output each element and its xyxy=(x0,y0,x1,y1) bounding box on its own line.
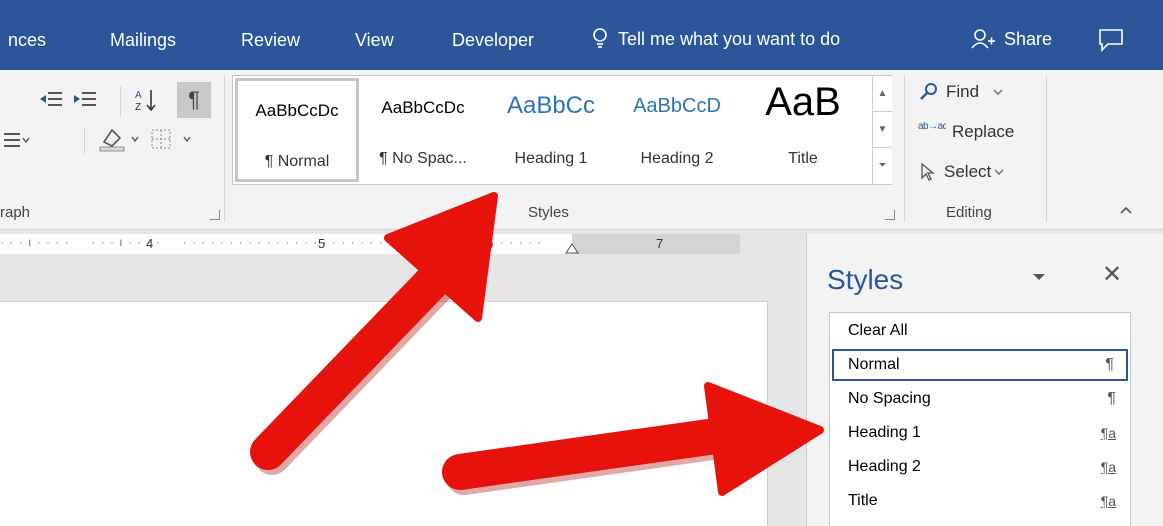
cursor-icon xyxy=(921,162,935,181)
style-gallery: AaBbCcDc ¶ Normal AaBbCcDc ¶ No Spac... … xyxy=(232,75,892,185)
styles-dialog-launcher[interactable] xyxy=(885,210,895,220)
style-name: Heading 2 xyxy=(640,150,714,167)
style-item-no-spacing[interactable]: No Spacing ¶ xyxy=(832,383,1128,415)
tab-review[interactable]: Review xyxy=(241,30,300,51)
paragraph-group-label: raph xyxy=(0,204,31,221)
list-item-label: Heading 2 xyxy=(848,458,921,475)
replace-label: Replace xyxy=(952,122,1015,141)
style-name: ¶ No Spac... xyxy=(379,150,467,167)
style-tile-heading-1[interactable]: AaBbCc Heading 1 xyxy=(489,78,613,182)
style-preview: AaB xyxy=(765,80,841,124)
gallery-more-icon[interactable]: ⏷ xyxy=(873,148,892,184)
style-tile-heading-2[interactable]: AaBbCcD Heading 2 xyxy=(615,78,739,182)
indent-marker-icon[interactable] xyxy=(564,242,580,254)
ruler-number: 5 xyxy=(318,236,326,251)
gallery-scroll-up-icon[interactable]: ▲ xyxy=(873,76,892,112)
gallery-scroll-down-icon[interactable]: ▼ xyxy=(873,112,892,148)
style-item-title[interactable]: Title ¶a xyxy=(832,485,1128,517)
list-item-label: No Spacing xyxy=(848,390,931,407)
sort-icon[interactable]: AZ xyxy=(134,87,158,113)
close-icon[interactable]: ✕ xyxy=(1102,260,1122,289)
style-preview: AaBbCcDc xyxy=(381,98,465,117)
style-preview: AaBbCcDc xyxy=(255,101,339,120)
style-tile-normal[interactable]: AaBbCcDc ¶ Normal xyxy=(235,78,359,182)
document-page[interactable] xyxy=(0,301,768,526)
style-name: Heading 1 xyxy=(514,150,588,167)
paragraph-mark-icon: ¶ xyxy=(1105,356,1114,373)
gallery-scroll[interactable]: ▲ ▼ ⏷ xyxy=(872,76,892,184)
pane-options-icon[interactable] xyxy=(1031,272,1047,282)
tab-mailings[interactable]: Mailings xyxy=(110,30,176,51)
list-item-label: Clear All xyxy=(848,322,908,339)
style-name: Title xyxy=(788,150,818,167)
linked-style-icon: ¶a xyxy=(1100,425,1116,441)
ribbon-tab-bar: nces Mailings Review View Developer Tell… xyxy=(0,0,1163,70)
editing-group-label: Editing xyxy=(946,204,992,221)
share-label: Share xyxy=(1004,28,1053,49)
styles-pane-title: Styles xyxy=(827,264,904,295)
style-name: ¶ Normal xyxy=(264,153,330,170)
list-item-label: Normal xyxy=(848,356,900,373)
person-icon xyxy=(971,29,995,49)
replace-button[interactable]: ab→ac Replace xyxy=(918,122,1014,142)
chevron-down-icon xyxy=(993,89,1003,95)
decrease-indent-icon[interactable] xyxy=(38,90,64,110)
style-tile-no-spacing[interactable]: AaBbCcDc ¶ No Spac... xyxy=(361,78,485,182)
select-label: Select xyxy=(944,162,992,181)
style-preview: AaBbCcD xyxy=(633,95,721,117)
bullet-list-icon[interactable] xyxy=(0,130,30,150)
shading-icon[interactable] xyxy=(98,126,144,152)
style-item-heading-1[interactable]: Heading 1 ¶a xyxy=(832,417,1128,449)
tab-developer[interactable]: Developer xyxy=(452,30,534,51)
borders-icon[interactable] xyxy=(150,128,198,150)
svg-text:Z: Z xyxy=(135,102,141,113)
paragraph-mark-icon: ¶ xyxy=(1107,390,1116,407)
paragraph-dialog-launcher[interactable] xyxy=(210,210,220,220)
share-button[interactable]: Share xyxy=(970,28,1052,50)
styles-pane: Styles ✕ Clear All Normal ¶ No Spacing ¶ H… xyxy=(806,234,1163,526)
linked-style-icon: ¶a xyxy=(1100,493,1116,509)
select-button[interactable]: Select xyxy=(918,162,1005,182)
style-preview: AaBbCc xyxy=(506,92,596,119)
style-item-heading-2[interactable]: Heading 2 ¶a xyxy=(832,451,1128,483)
collapse-ribbon-icon[interactable] xyxy=(1118,204,1134,216)
find-label: Find xyxy=(946,82,980,101)
chevron-down-icon xyxy=(994,169,1004,175)
ruler-number: 6 xyxy=(486,236,494,251)
increase-indent-icon[interactable] xyxy=(72,90,98,110)
comment-icon[interactable] xyxy=(1098,28,1124,52)
linked-style-icon: ¶a xyxy=(1100,459,1116,475)
lightbulb-icon xyxy=(593,28,607,48)
styles-list: Clear All Normal ¶ No Spacing ¶ Heading 1 ¶… xyxy=(829,312,1131,526)
list-item-label: Heading 1 xyxy=(848,424,921,441)
tell-me-text: Tell me what you want to do xyxy=(618,28,841,49)
show-formatting-button[interactable]: ¶ xyxy=(177,82,211,118)
style-item-normal[interactable]: Normal ¶ xyxy=(832,349,1128,381)
replace-icon: ab→ac xyxy=(918,122,946,132)
tell-me-box[interactable]: Tell me what you want to do xyxy=(592,28,840,50)
svg-text:A: A xyxy=(135,90,142,101)
tab-view[interactable]: View xyxy=(355,30,394,51)
style-item-clear-all[interactable]: Clear All xyxy=(832,315,1128,347)
document-area xyxy=(0,256,806,526)
styles-group-label: Styles xyxy=(528,204,569,221)
find-button[interactable]: Find xyxy=(918,82,1005,102)
list-item-label: Title xyxy=(848,492,878,509)
horizontal-ruler[interactable]: · · · ı · · · · · · · ı · · · · · · · · … xyxy=(0,234,740,254)
style-tile-title[interactable]: AaB Title xyxy=(741,78,865,182)
tab-references[interactable]: nces xyxy=(8,30,46,51)
ruler-number: 7 xyxy=(656,236,664,251)
search-icon xyxy=(920,83,937,100)
ruler-number: 4 xyxy=(146,236,154,251)
